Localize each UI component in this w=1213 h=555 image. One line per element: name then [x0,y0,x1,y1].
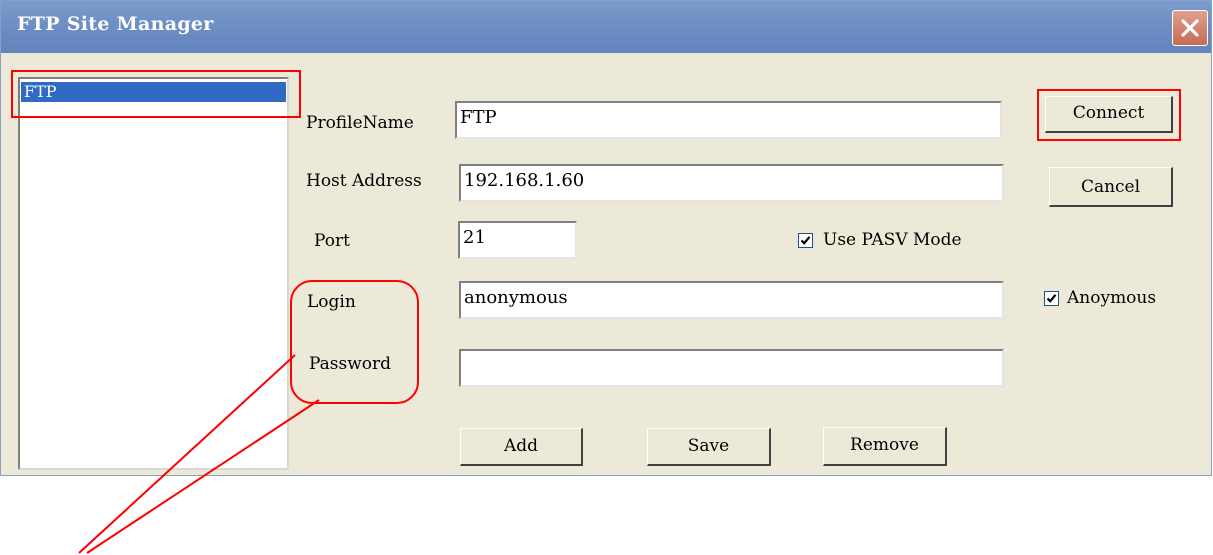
annotation-arrow-lines [78,354,320,554]
